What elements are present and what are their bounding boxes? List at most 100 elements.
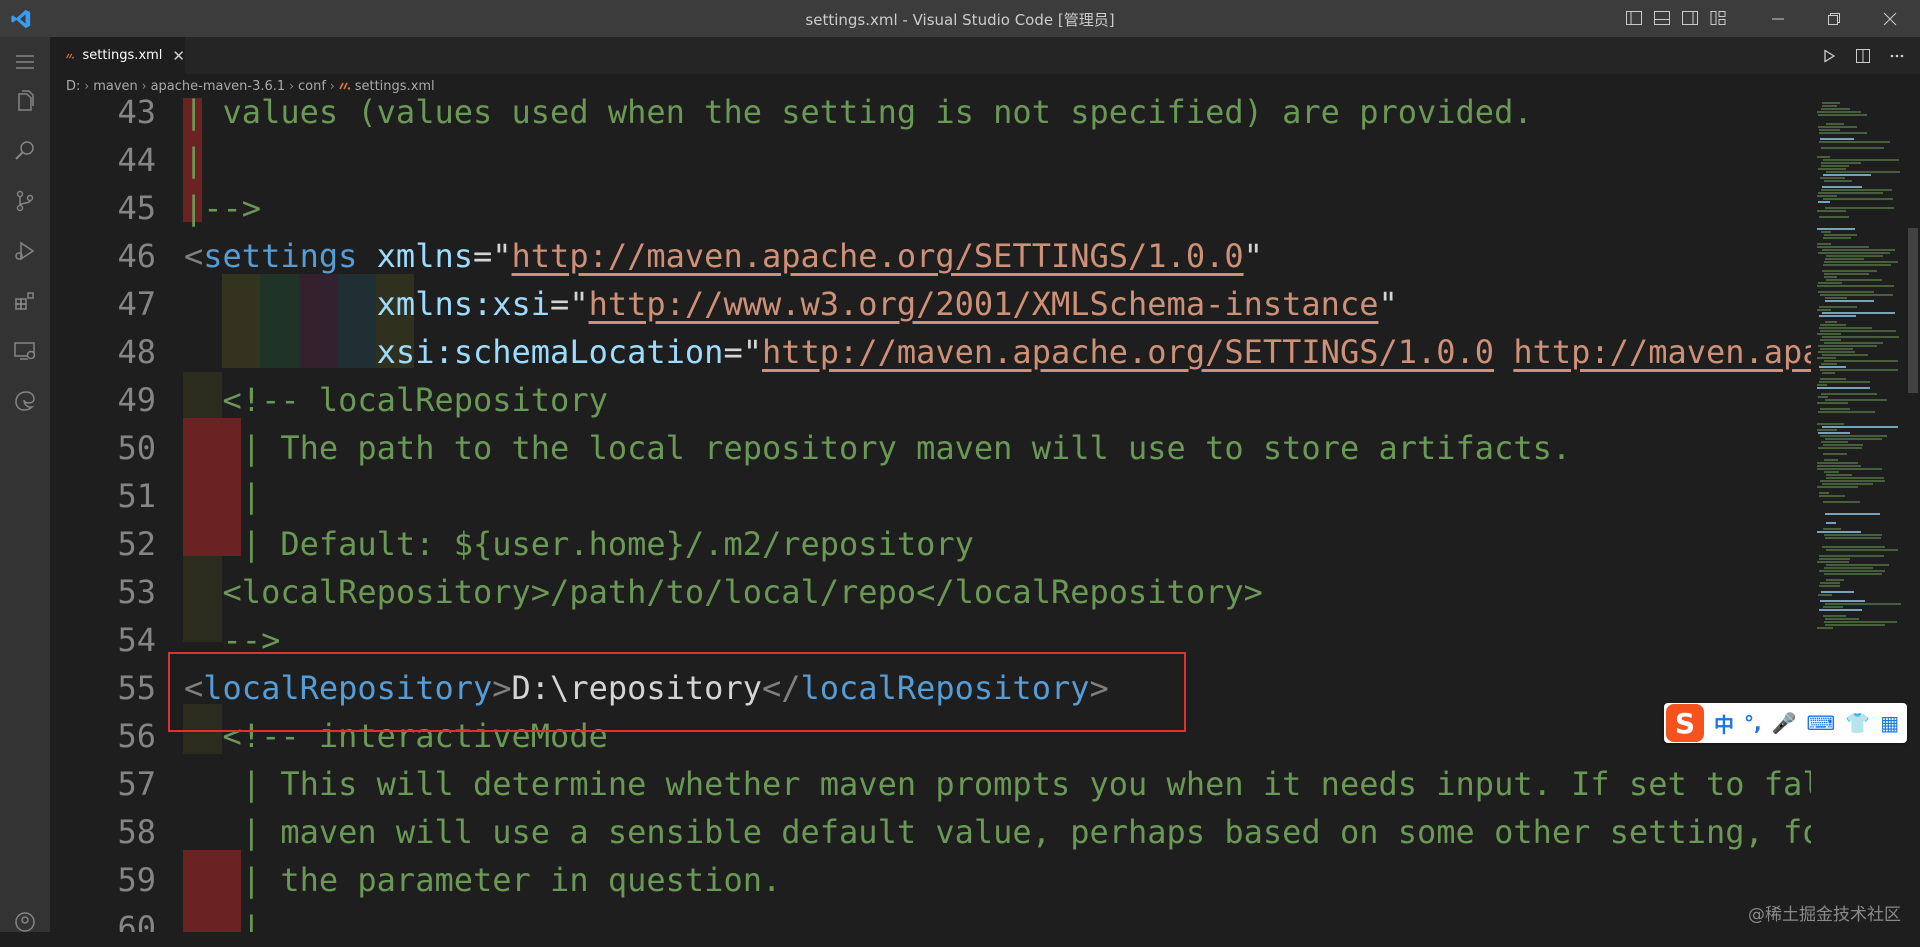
minimap-line	[1819, 558, 1850, 560]
code-token: | the parameter in question.	[184, 861, 782, 899]
code-editor[interactable]: 43 | values (values used when the setting…	[50, 98, 1811, 932]
code-line[interactable]: 50 | The path to the local repository ma…	[50, 424, 1811, 472]
minimap-line	[1820, 330, 1896, 332]
skin-icon[interactable]: 👕	[1845, 711, 1870, 735]
ime-chinese-mode[interactable]: 中	[1714, 709, 1734, 738]
watermark: @稀土掘金技术社区	[1748, 905, 1901, 925]
code-line[interactable]: 47 xmlns:xsi="http://www.w3.org/2001/XML…	[50, 280, 1811, 328]
minimap-line	[1820, 324, 1846, 326]
code-token: http://www.w3.org/2001/XMLSchema-instanc…	[588, 285, 1379, 323]
minimap-line	[1822, 372, 1835, 374]
minimap-line	[1824, 342, 1883, 344]
code-line[interactable]: 48 xsi:schemaLocation="http://maven.apac…	[50, 328, 1811, 376]
minimap-line	[1817, 462, 1858, 464]
microphone-icon[interactable]: 🎤	[1772, 711, 1797, 735]
line-number: 49	[117, 381, 156, 419]
minimap-line	[1817, 468, 1882, 470]
minimap-line	[1820, 408, 1850, 410]
code-line[interactable]: 45 |-->	[50, 184, 1811, 232]
minimap-line	[1824, 567, 1873, 569]
code-line[interactable]: 43 | values (values used when the setting…	[50, 98, 1811, 136]
vertical-scrollbar[interactable]	[1906, 98, 1920, 932]
minimap-line	[1819, 492, 1829, 494]
minimap-line	[1818, 396, 1828, 398]
explorer-icon[interactable]	[0, 76, 50, 126]
minimap-line	[1818, 345, 1877, 347]
sogou-logo[interactable]: S	[1666, 704, 1704, 742]
minimap-line	[1817, 384, 1827, 386]
code-line[interactable]: 46 <settings xmlns="http://maven.apache.o…	[50, 232, 1811, 280]
tab-settings-xml[interactable]: settings.xml ✕	[50, 37, 185, 74]
minimap-line	[1825, 513, 1880, 515]
breadcrumb-maven[interactable]: maven	[93, 79, 138, 94]
keyboard-icon[interactable]: ⌨	[1807, 711, 1836, 735]
split-editor-icon[interactable]	[1854, 47, 1872, 65]
toggle-primary-sidebar-icon[interactable]	[1625, 9, 1643, 27]
run-icon[interactable]	[1820, 47, 1838, 65]
line-number: 43	[117, 98, 156, 131]
minimap-line	[1817, 333, 1841, 335]
edge-devtools-icon[interactable]	[0, 376, 50, 426]
code-line[interactable]: 58 | maven will use a sensible default v…	[50, 808, 1811, 856]
extensions-icon[interactable]	[0, 276, 50, 326]
line-number: 51	[117, 477, 156, 515]
code-text: | Default: ${user.home}/.m2/repository	[184, 520, 974, 568]
code-line[interactable]: 57 | This will determine whether maven p…	[50, 760, 1811, 808]
minimap-line	[1824, 573, 1882, 575]
minimap-line	[1821, 231, 1831, 233]
chevron-right-icon: ›	[329, 79, 335, 93]
accounts-icon[interactable]	[0, 897, 50, 947]
breadcrumb-conf[interactable]: conf	[298, 79, 326, 94]
code-line[interactable]: 49 <!-- localRepository	[50, 376, 1811, 424]
minimap-line	[1818, 126, 1857, 128]
run-debug-icon[interactable]	[0, 226, 50, 276]
minimap-line	[1826, 255, 1883, 257]
breadcrumb-file[interactable]: settings.xml	[355, 79, 435, 94]
minimap-line	[1823, 444, 1863, 446]
close-tab-icon[interactable]: ✕	[172, 47, 185, 65]
minimap-line	[1824, 276, 1837, 278]
minimap-line	[1817, 423, 1844, 425]
chevron-right-icon: ›	[84, 79, 90, 93]
minimap-line	[1817, 111, 1861, 113]
minimap-line	[1817, 195, 1837, 197]
minimap-line	[1819, 327, 1872, 329]
minimap[interactable]	[1811, 98, 1906, 932]
code-line[interactable]: 60 |	[50, 904, 1811, 932]
more-actions-icon[interactable]	[1888, 47, 1906, 65]
breadcrumb-apache-maven[interactable]: apache-maven-3.6.1	[151, 79, 286, 94]
breadcrumb-drive[interactable]: D:	[66, 79, 80, 94]
minimap-line	[1822, 102, 1840, 104]
toggle-secondary-sidebar-icon[interactable]	[1681, 9, 1699, 27]
ime-punctuation[interactable]: °,	[1744, 711, 1762, 735]
minimap-line	[1820, 480, 1885, 482]
code-text: | maven will use a sensible default valu…	[184, 808, 1811, 856]
code-line[interactable]: 51 |	[50, 472, 1811, 520]
toggle-panel-icon[interactable]	[1653, 9, 1671, 27]
chevron-right-icon: ›	[141, 79, 147, 93]
search-icon[interactable]	[0, 126, 50, 176]
code-line[interactable]: 53 <localRepository>/path/to/local/repo<…	[50, 568, 1811, 616]
code-line[interactable]: 52 | Default: ${user.home}/.m2/repositor…	[50, 520, 1811, 568]
code-line[interactable]: 44 |	[50, 136, 1811, 184]
minimap-line	[1817, 402, 1848, 404]
restore-icon[interactable]	[1806, 0, 1862, 37]
line-number: 55	[117, 669, 156, 707]
minimap-line	[1820, 339, 1841, 341]
source-control-icon[interactable]	[0, 176, 50, 226]
close-window-icon[interactable]	[1862, 0, 1918, 37]
minimap-line	[1817, 246, 1869, 248]
minimize-icon[interactable]	[1750, 0, 1806, 37]
code-text: |	[184, 472, 261, 520]
code-line[interactable]: 59 | the parameter in question.	[50, 856, 1811, 904]
scrollbar-thumb[interactable]	[1908, 228, 1918, 393]
toolbox-icon[interactable]: ▦	[1880, 711, 1899, 735]
minimap-line	[1818, 192, 1883, 194]
minimap-line	[1817, 309, 1831, 311]
line-number: 58	[117, 813, 156, 851]
code-token: ="	[550, 285, 589, 323]
minimap-line	[1823, 174, 1871, 176]
customize-layout-icon[interactable]	[1709, 9, 1727, 27]
remote-explorer-icon[interactable]	[0, 326, 50, 376]
